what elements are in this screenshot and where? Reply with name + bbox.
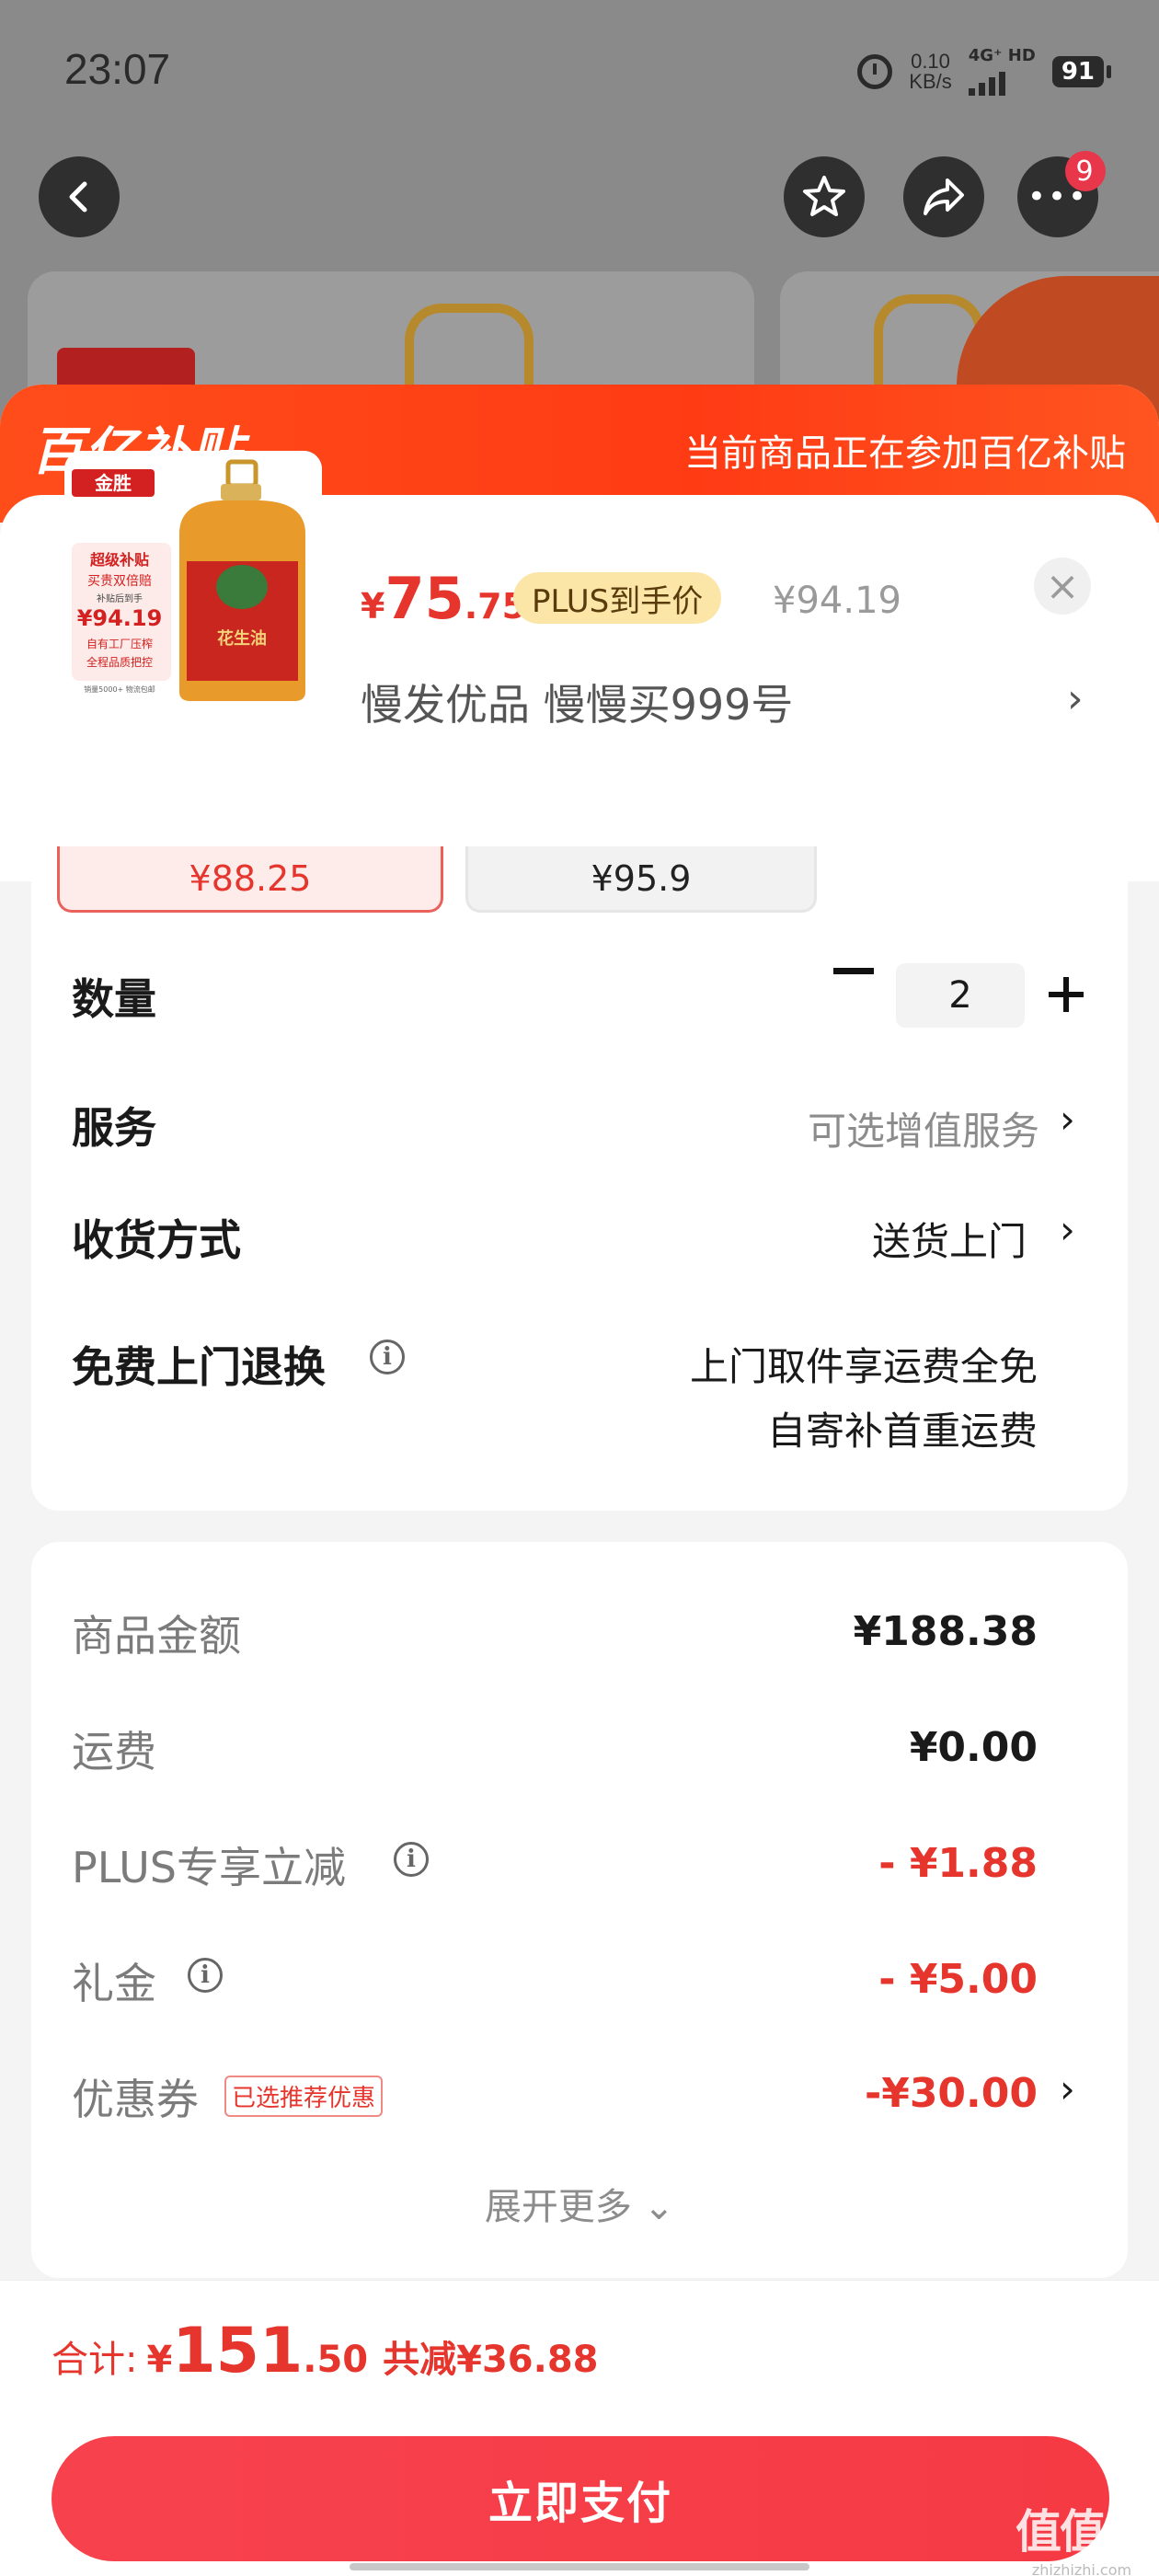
coupon-label: 优惠券 [72,2075,199,2124]
notification-badge: 9 [1065,151,1106,191]
spec-option[interactable]: ¥95.9 [465,846,817,913]
chevron-right-icon[interactable]: › [1060,1097,1075,1142]
gift-label: 礼金 [72,1959,156,2008]
signal-group: 4G⁺ HD [968,46,1036,96]
thumb-promo-1: 超级补贴 [89,551,149,569]
info-icon[interactable]: i [370,1340,405,1374]
service-label: 服务 [72,1103,156,1153]
expand-more-button[interactable]: 展开更多 ⌄ [0,2177,1159,2230]
chevron-left-icon [69,181,87,213]
thumb-price-label: 补贴后到手 [97,592,143,604]
chevron-right-icon[interactable]: › [1067,675,1084,722]
status-icons: 0.10 KB/s 4G⁺ HD 91 [857,46,1112,96]
product-image: 金胜 超级补贴 买贵双倍赔 补贴后到手 ¥94.19 自有工厂压榨 全程品质把控… [64,451,322,708]
store-name[interactable]: 慢发优品 慢慢买999号 [361,672,793,732]
gift-value: - ¥5.00 [878,1956,1038,2003]
battery-icon: 91 [1051,56,1112,87]
watermark-logo: 值值值 [1016,2505,1150,2559]
pay-now-button[interactable]: 立即支付 [52,2436,1109,2561]
svg-text:花生油: 花生油 [217,628,267,649]
quantity-label: 数量 [72,974,156,1024]
promo-banner-text: 当前商品正在参加百亿补贴 [684,432,1126,475]
status-bar: 23:07 0.10 KB/s 4G⁺ HD 91 [0,0,1159,138]
total-decimal: .50 [303,2339,369,2381]
shipping-label: 运费 [72,1727,156,1777]
plus-discount-label: PLUS专享立减 [72,1843,346,1892]
watermark: 值值值 zhizhizhi.com [1016,2495,1150,2576]
chevron-right-icon[interactable]: › [1060,1207,1075,1252]
watermark-url: zhizhizhi.com [1031,2561,1132,2576]
info-icon[interactable]: i [394,1842,429,1877]
quantity-increment-button[interactable] [1049,977,1084,1012]
thumb-tag-1: 自有工厂压榨 [86,637,153,650]
net-type: 4G⁺ HD [968,46,1036,65]
total-currency: ¥ [146,2339,173,2381]
back-button[interactable] [39,156,120,237]
delivery-label: 收货方式 [72,1215,241,1265]
plus-discount-value: - ¥1.88 [878,1840,1038,1887]
current-price: ¥ 75 .75 [361,565,526,632]
return-value-line2: 自寄补首重运费 [766,1409,1038,1454]
total-label: 合计: [52,2339,138,2381]
delivery-value[interactable]: 送货上门 [872,1211,1027,1267]
price-currency: ¥ [361,586,385,627]
star-icon [803,176,845,216]
signal-icon [968,64,1005,96]
goods-amount-label: 商品金额 [72,1611,241,1661]
product-thumbnail[interactable]: 金胜 超级补贴 买贵双倍赔 补贴后到手 ¥94.19 自有工厂压榨 全程品质把控… [64,451,322,708]
home-indicator[interactable] [350,2563,809,2570]
return-label: 免费上门退换 [72,1342,326,1392]
price-integer: 75 [384,565,465,632]
expand-more-label: 展开更多 [484,2186,632,2228]
favorite-button[interactable] [784,156,865,237]
thumb-tag-2: 全程品质把控 [86,655,153,669]
thumb-promo-2: 买贵双倍赔 [87,574,152,589]
share-icon [924,178,964,215]
close-button[interactable]: × [1034,558,1091,615]
spec-option-selected[interactable]: ¥88.25 [57,846,443,913]
coupon-value[interactable]: -¥30.00 [865,2070,1038,2117]
service-value[interactable]: 可选增值服务 [808,1100,1039,1156]
chevron-down-icon: ⌄ [643,2186,675,2228]
close-icon: × [1045,562,1080,610]
total-integer: 151 [172,2315,304,2387]
net-speed-unit: KB/s [909,70,952,93]
thumb-price: ¥94.19 [77,605,163,631]
return-value-line1: 上门取件享运费全免 [689,1344,1038,1389]
total-amount: 合计: ¥ 151 .50 共减¥36.88 [52,2315,599,2387]
thumb-footnote: 销量5000+ 物流包邮 [84,684,155,694]
info-icon[interactable]: i [188,1958,223,1993]
shipping-value: ¥0.00 [909,1724,1038,1771]
original-price: ¥94.19 [773,580,901,622]
goods-amount-value: ¥188.38 [853,1608,1038,1655]
total-saving: 共减¥36.88 [383,2339,599,2381]
status-time: 23:07 [64,45,171,93]
coupon-recommended-tag: 已选推荐优惠 [224,2076,384,2117]
quantity-input[interactable]: 2 [896,963,1025,1028]
quantity-decrement-button[interactable] [833,968,874,974]
net-speed: 0.10 KB/s [909,52,951,92]
plus-price-tag: PLUS到手价 [513,572,722,624]
share-button[interactable] [903,156,984,237]
thumb-brand: 金胜 [94,472,132,494]
alarm-icon [857,54,893,89]
more-button[interactable]: ••• 9 [1017,151,1106,237]
chevron-right-icon[interactable]: › [1060,2066,1075,2111]
